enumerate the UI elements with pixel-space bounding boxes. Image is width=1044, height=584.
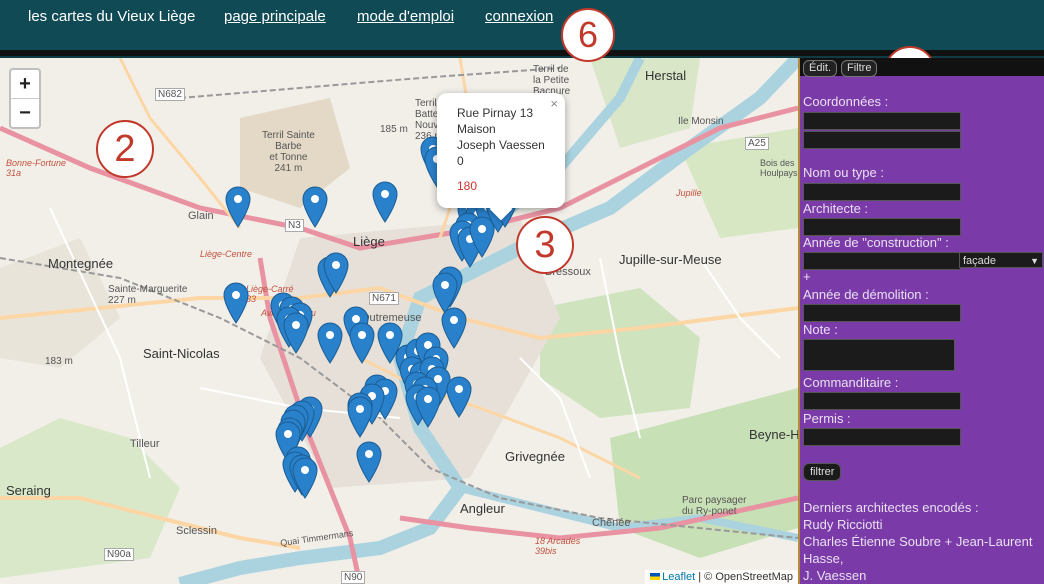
popup-type: Maison xyxy=(457,122,496,136)
coordinates-lng-input[interactable] xyxy=(803,131,961,149)
leaflet-link[interactable]: Leaflet xyxy=(662,571,695,583)
marker-popup: × Rue Pirnay 13 Maison Joseph Vaessen 0 … xyxy=(437,93,565,221)
demolition-year-label: Année de démolition : xyxy=(803,287,929,302)
nav-link-login[interactable]: connexion xyxy=(485,8,553,25)
commissioner-input[interactable] xyxy=(803,392,961,410)
callout-6: 6 xyxy=(561,8,615,62)
top-navigation-bar: les cartes du Vieux Liège page principal… xyxy=(0,0,1044,56)
coordinates-label: Coordonnées : xyxy=(803,94,889,109)
recent-architect-item: Charles Étienne Soubre + Jean-Laurent Ha… xyxy=(803,534,1033,566)
note-label: Note : xyxy=(803,322,838,337)
name-type-input[interactable] xyxy=(803,183,961,201)
map-marker-pin[interactable] xyxy=(349,322,375,364)
callout-3: 3 xyxy=(516,216,574,274)
map-marker-pin[interactable] xyxy=(356,441,382,483)
nav-link-main-page[interactable]: page principale xyxy=(224,8,326,25)
site-title[interactable]: les cartes du Vieux Liège xyxy=(28,8,195,25)
recent-architect-item: Rudy Ricciotti xyxy=(803,517,883,532)
popup-value: 180 xyxy=(457,179,478,193)
commissioner-label: Commanditaire : xyxy=(803,375,899,390)
zoom-control: + − xyxy=(9,68,41,129)
add-year-button[interactable]: + xyxy=(803,269,811,284)
filter-button[interactable]: filtrer xyxy=(803,463,842,481)
map-attribution: Leaflet | © OpenStreetMap xyxy=(645,570,798,584)
popup-architect: Joseph Vaessen xyxy=(457,138,545,152)
demolition-year-input[interactable] xyxy=(803,304,961,322)
ukraine-flag-icon xyxy=(650,573,661,580)
tab-edit[interactable]: Édit. xyxy=(803,60,838,77)
popup-close-button[interactable]: × xyxy=(550,96,558,111)
architect-label: Architecte : xyxy=(803,201,869,216)
construction-year-label: Année de "construction" : xyxy=(803,235,949,250)
map-marker-pin[interactable] xyxy=(317,322,343,364)
popup-address: Rue Pirnay 13 xyxy=(457,106,534,120)
map-marker-pin[interactable] xyxy=(302,186,328,228)
map-marker-pin[interactable] xyxy=(441,307,467,349)
zoom-in-button[interactable]: + xyxy=(11,70,39,98)
tab-filter[interactable]: Filtre xyxy=(841,60,878,77)
popup-content: Rue Pirnay 13 Maison Joseph Vaessen 0 xyxy=(457,105,545,169)
construction-year-input[interactable] xyxy=(803,252,961,270)
name-type-label: Nom ou type : xyxy=(803,165,884,180)
recent-architect-item: J. Vaessen xyxy=(803,568,867,583)
nav-link-user-guide[interactable]: mode d'emploi xyxy=(357,8,454,25)
panel-tab-bar: Édit. Filtre xyxy=(800,58,1044,77)
construction-type-value: façade xyxy=(963,255,997,267)
permit-input[interactable] xyxy=(803,428,961,446)
popup-year: 0 xyxy=(457,154,464,168)
zoom-out-button[interactable]: − xyxy=(11,98,39,127)
map-marker-pin[interactable] xyxy=(292,457,318,499)
map-marker-pin[interactable] xyxy=(223,282,249,324)
chevron-down-icon: ▼ xyxy=(1030,256,1039,266)
coordinates-lat-input[interactable] xyxy=(803,112,961,130)
map-marker-pin[interactable] xyxy=(347,396,373,438)
map-marker-pin[interactable] xyxy=(432,272,458,314)
map-marker-pin[interactable] xyxy=(446,376,472,418)
map-marker-pin[interactable] xyxy=(283,312,309,354)
map-marker-pin[interactable] xyxy=(372,181,398,223)
osm-attribution[interactable]: | © OpenStreetMap xyxy=(698,571,793,583)
map-marker-pin[interactable] xyxy=(225,186,251,228)
edit-filter-panel: Édit. Filtre Coordonnées : Nom ou type :… xyxy=(798,58,1044,584)
note-textarea[interactable] xyxy=(803,339,955,371)
permit-label: Permis : xyxy=(803,411,851,426)
architect-input[interactable] xyxy=(803,218,961,236)
construction-type-select[interactable]: façade ▼ xyxy=(959,252,1043,268)
recent-architects-title: Derniers architectes encodés : xyxy=(803,500,979,515)
callout-2: 2 xyxy=(96,120,154,178)
